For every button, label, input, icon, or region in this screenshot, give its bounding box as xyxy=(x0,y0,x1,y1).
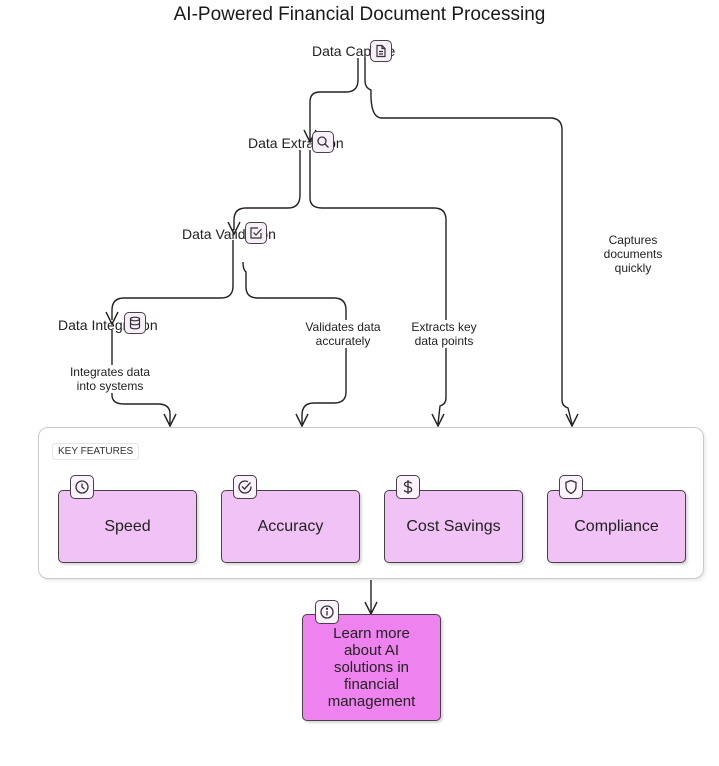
edge-capture-to-compliance xyxy=(364,58,573,425)
edge-extraction-to-cost xyxy=(309,150,447,425)
checkbox-icon xyxy=(245,222,267,244)
feature-label: Compliance xyxy=(574,517,659,535)
search-icon xyxy=(312,131,334,153)
check-circle-icon xyxy=(233,475,257,499)
edge-extraction-to-validation xyxy=(233,150,301,230)
learn-more-node[interactable]: Learn more about AI solutions in financi… xyxy=(302,614,441,721)
feature-label: Accuracy xyxy=(257,517,324,535)
feature-cost-savings[interactable]: Cost Savings xyxy=(384,490,523,563)
feature-speed[interactable]: Speed xyxy=(58,490,197,563)
database-icon xyxy=(124,312,146,334)
edge-label-validation: Validates data accurately xyxy=(300,320,386,348)
shield-icon xyxy=(559,475,583,499)
info-icon xyxy=(315,600,339,624)
feature-accuracy[interactable]: Accuracy xyxy=(221,490,360,563)
edge-label-extraction: Extracts key data points xyxy=(405,320,483,348)
feature-label: Cost Savings xyxy=(406,517,501,535)
dollar-icon xyxy=(396,475,420,499)
edge-label-integration: Integrates data into systems xyxy=(62,365,158,393)
group-label: KEY FEATURES xyxy=(52,443,140,460)
feature-compliance[interactable]: Compliance xyxy=(547,490,686,563)
edge-capture-to-extraction xyxy=(309,58,359,140)
edge-label-capture: Captures documents quickly xyxy=(598,233,668,275)
edge-validation-to-integration xyxy=(111,240,234,320)
arrowhead xyxy=(565,413,579,428)
cta-label: Learn more about AI solutions in financi… xyxy=(327,625,416,710)
document-icon xyxy=(370,40,392,62)
feature-label: Speed xyxy=(104,517,151,535)
clock-icon xyxy=(70,475,94,499)
